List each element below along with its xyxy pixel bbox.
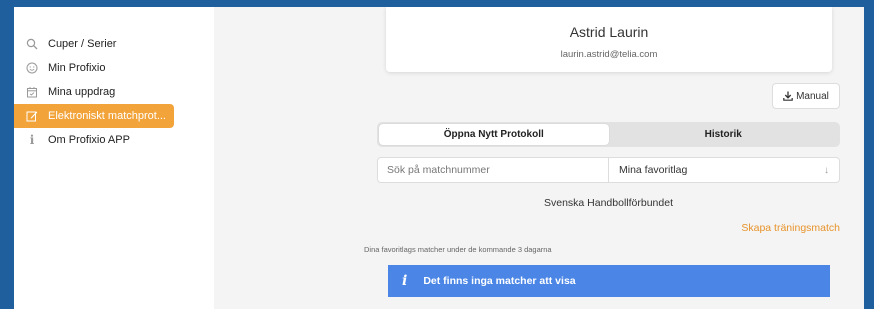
profile-email: laurin.astrid@telia.com [560,49,658,60]
sidebar-item-mina-uppdrag[interactable]: Mina uppdrag [14,80,214,104]
federation-name: Svenska Handbollförbundet [543,197,673,209]
favorites-info-text: Dina favoritlags matcher under de komman… [364,245,552,254]
tab-historik[interactable]: Historik [609,124,839,145]
profile-card: Astrid Laurin laurin.astrid@telia.com [386,7,832,72]
sidebar-item-label: Om Profixio APP [48,134,130,146]
sidebar-item-label: Min Profixio [48,62,106,74]
search-row: Mina favoritlag ↓ [377,157,840,183]
arrow-down-icon: ↓ [824,164,829,176]
sidebar-item-cuper-serier[interactable]: Cuper / Serier [14,32,214,56]
main-content: Astrid Laurin laurin.astrid@telia.com Ma… [214,7,864,309]
no-matches-alert: i Det finns inga matcher att visa [388,265,830,297]
calendar-icon [26,86,38,98]
info-icon: i [29,133,35,147]
info-icon: i [402,273,408,289]
app-window: Cuper / Serier Min Profixio Mina uppdrag… [14,7,864,309]
edit-icon [26,110,38,122]
sidebar-item-min-profixio[interactable]: Min Profixio [14,56,214,80]
sidebar-item-om-profixio-app[interactable]: i Om Profixio APP [14,128,214,152]
favorite-teams-select[interactable]: Mina favoritlag ↓ [609,157,840,183]
tab-oppna-nytt-protokoll[interactable]: Öppna Nytt Protokoll [379,124,609,145]
match-number-search-input[interactable] [377,157,609,183]
sidebar-item-elektroniskt-matchprotokoll[interactable]: Elektroniskt matchprot... [14,104,174,128]
sidebar-nav: Cuper / Serier Min Profixio Mina uppdrag… [14,32,214,152]
protocol-tabs: Öppna Nytt Protokoll Historik [377,122,840,147]
search-icon [26,38,38,50]
manual-button[interactable]: Manual [772,83,840,109]
sidebar-item-label: Mina uppdrag [48,86,116,98]
sidebar: Cuper / Serier Min Profixio Mina uppdrag… [14,7,214,309]
sidebar-item-label: Elektroniskt matchprot... [48,110,166,122]
sidebar-item-label: Cuper / Serier [48,38,117,50]
favorite-teams-select-value: Mina favoritlag [619,164,688,176]
create-training-match-link[interactable]: Skapa träningsmatch [741,222,840,234]
alert-message: Det finns inga matcher att visa [423,275,576,287]
profile-name: Astrid Laurin [569,24,649,40]
smiley-icon [26,62,38,74]
download-icon [783,91,793,101]
manual-button-label: Manual [796,90,829,102]
